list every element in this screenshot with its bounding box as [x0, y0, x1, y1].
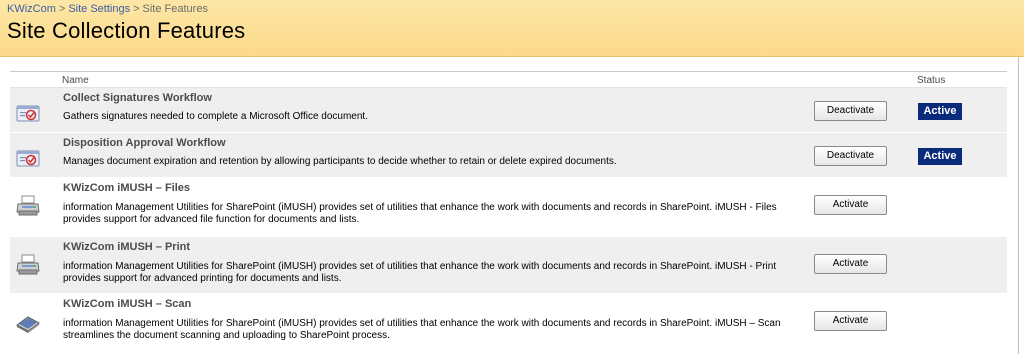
feature-row-imush-scan: KWizCom iMUSH – Scan information Managem… [10, 294, 1007, 351]
feature-name: KWizCom iMUSH – Files [63, 182, 191, 194]
feature-name: Collect Signatures Workflow [63, 92, 212, 104]
column-header-name: Name [62, 75, 89, 86]
breadcrumb-current: Site Features [142, 3, 208, 15]
title-area: KWizCom > Site Settings > Site Features Site… [0, 0, 1024, 57]
feature-row-imush-files: KWizCom iMUSH – Files information Manage… [10, 178, 1007, 237]
content-border [1018, 57, 1019, 354]
feature-description: Gathers signatures needed to complete a … [63, 111, 368, 122]
column-header-status: Status [917, 75, 946, 86]
deactivate-button[interactable]: Deactivate [814, 146, 887, 166]
breadcrumb-separator: > [58, 3, 66, 15]
workflow-icon [16, 150, 40, 167]
feature-row-disposition-approval: Disposition Approval Workflow Manages do… [10, 133, 1007, 178]
deactivate-button[interactable]: Deactivate [814, 101, 887, 121]
feature-description: information Management Utilities for Sha… [63, 261, 777, 284]
feature-name: Disposition Approval Workflow [63, 137, 226, 149]
printer-icon [16, 254, 40, 275]
page-title: Site Collection Features [7, 18, 246, 43]
activate-button[interactable]: Activate [814, 195, 887, 215]
breadcrumb-link-kwizcom[interactable]: KWizCom [7, 3, 56, 15]
table-header: Name Status [10, 72, 1007, 88]
breadcrumb-link-site-settings[interactable]: Site Settings [68, 3, 130, 15]
feature-name: KWizCom iMUSH – Print [63, 241, 191, 253]
feature-name: KWizCom iMUSH – Scan [63, 298, 192, 310]
feature-row-imush-print: KWizCom iMUSH – Print information Manage… [10, 237, 1007, 294]
site-features-page: KWizCom > Site Settings > Site Features Site… [0, 0, 1024, 354]
scanner-icon [16, 316, 40, 333]
workflow-icon [16, 105, 40, 122]
activate-button[interactable]: Activate [814, 311, 887, 331]
feature-description: information Management Utilities for Sha… [63, 202, 777, 225]
status-badge: Active [918, 103, 962, 120]
breadcrumb: KWizCom > Site Settings > Site Features [7, 3, 208, 15]
features-table: Name Status Collect Signatures Workflow … [10, 71, 1007, 351]
breadcrumb-separator: > [133, 3, 140, 15]
activate-button[interactable]: Activate [814, 254, 887, 274]
feature-description: information Management Utilities for Sha… [63, 318, 781, 341]
printer-icon [16, 195, 40, 216]
feature-description: Manages document expiration and retentio… [63, 156, 617, 167]
feature-row-collect-signatures: Collect Signatures Workflow Gathers sign… [10, 88, 1007, 133]
status-badge: Active [918, 148, 962, 165]
